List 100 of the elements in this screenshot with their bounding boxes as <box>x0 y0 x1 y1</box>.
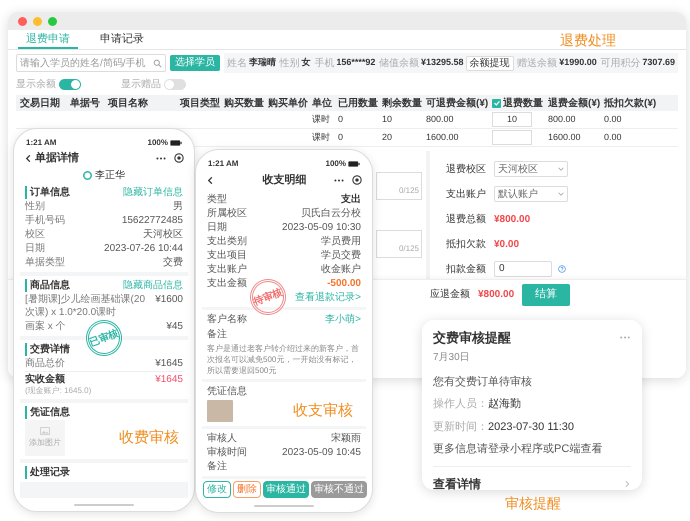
tab[interactable]: 申请记录 <box>92 31 152 49</box>
table-cell-text: 1600.00 <box>548 130 582 144</box>
field-label: 性别 <box>280 56 300 70</box>
char-counter: 0/125 <box>398 185 419 197</box>
char-counter: 0/125 <box>398 243 419 255</box>
field-value: ¥45 <box>166 320 183 333</box>
action-button[interactable]: 修改 <box>203 480 231 498</box>
field-label: 姓名 <box>227 56 247 70</box>
field-value: ¥1600 <box>155 293 183 306</box>
link-label: 查看详情 <box>433 476 481 492</box>
status-time: 1:21 AM <box>208 158 238 170</box>
toggle-switch[interactable] <box>164 78 186 90</box>
field-value: 李小萌> <box>325 313 361 326</box>
action-button[interactable]: 审核不通过 <box>311 480 367 498</box>
tab[interactable]: 退费申请 <box>18 31 78 49</box>
field-value: 学员费用 <box>321 235 361 248</box>
page-title: 收支明细 <box>262 172 306 188</box>
section-title: 处理记录 <box>25 466 70 479</box>
select-dropdown[interactable]: 天河校区 <box>494 161 568 177</box>
field-value: ¥1990.00 <box>559 56 597 70</box>
field-value: 支出 <box>341 193 361 206</box>
remark-textarea[interactable]: 0/125 <box>376 230 422 258</box>
table-cell-text: 10 <box>382 112 394 126</box>
note-text: 客户是通过老客户转介绍过来的新客户，首次报名可以减免500元，一开始没有标记，所以需要退回500元 <box>207 343 360 376</box>
field-label: 备注 <box>207 328 228 341</box>
back-icon[interactable] <box>206 176 215 184</box>
column-header: 项目类型 <box>180 96 221 110</box>
field-label: 审核时间 <box>207 446 247 458</box>
table-cell-text: 课时 <box>312 112 331 126</box>
more-icon[interactable] <box>334 178 344 182</box>
table-cell-text: 800.00 <box>548 112 577 126</box>
feature-caption: 收费审核 <box>119 428 179 448</box>
battery-icon <box>170 140 182 146</box>
table-cell-text: 0.00 <box>604 130 623 144</box>
total-value: ¥800.00 <box>478 288 514 302</box>
field-value: 15622772485 <box>122 214 183 227</box>
action-button[interactable]: 删除 <box>233 480 261 498</box>
refund-record-link[interactable]: 查看退款记录> <box>295 291 361 304</box>
column-header: 单位 <box>312 96 333 110</box>
field-value: 交费 <box>163 256 183 269</box>
remark-textarea[interactable]: 0/125 <box>376 172 422 200</box>
field-value: -500.00 <box>327 277 361 290</box>
action-button[interactable]: 审核通过 <box>263 480 309 498</box>
table-cell-text: 20 <box>382 130 394 144</box>
status-time: 1:21 AM <box>26 137 56 149</box>
quantity-input[interactable] <box>492 130 532 145</box>
field-value: 贝氏白云分校 <box>301 207 361 220</box>
field-value: 女 <box>302 56 311 70</box>
add-image-button[interactable]: 添加图片 <box>25 420 65 456</box>
search-field[interactable]: 请输入学员的姓名/简码/手机 <box>16 54 166 72</box>
amount-value: ¥0.00 <box>494 238 520 252</box>
deduction-input[interactable]: 0 <box>494 261 552 277</box>
field-value: 2023-07-26 10:44 <box>104 242 183 255</box>
battery-icon <box>348 161 360 167</box>
withdraw-button[interactable]: 余额提现 <box>466 56 514 70</box>
check-icon <box>492 99 500 107</box>
column-header: 退费金额(¥) <box>548 96 602 110</box>
select-student-button[interactable]: 选择学员 <box>170 55 220 71</box>
table-cell-text: 0 <box>338 130 344 144</box>
field-label: 实收金额 <box>25 373 66 386</box>
field-value: 李瑞晴 <box>249 56 276 70</box>
toggle-label: 显示余额 <box>16 78 56 92</box>
back-icon[interactable] <box>24 154 33 162</box>
column-header: 购买单价 <box>268 96 309 110</box>
column-header: 退费数量 <box>503 96 543 110</box>
field-label: 手机 <box>314 56 334 70</box>
quantity-input[interactable]: 10 <box>492 112 532 127</box>
checkbox[interactable] <box>492 98 501 108</box>
field-label: 类型 <box>207 193 227 206</box>
settle-button[interactable]: 结算 <box>522 284 570 306</box>
select-dropdown[interactable]: 默认账户 <box>494 186 568 202</box>
toggle-link[interactable]: 隐藏商品信息 <box>123 279 183 292</box>
column-header: 可退费金额(¥) <box>426 96 490 110</box>
field-value: 收金账户 <box>321 263 361 276</box>
column-header: 单据号 <box>70 96 101 110</box>
field-value: ¥1645 <box>155 373 183 386</box>
field-label: 所属校区 <box>207 207 247 220</box>
table-cell-text: 1600.00 <box>426 130 460 144</box>
upload-label: 添加图片 <box>29 437 61 449</box>
photo-placeholder[interactable] <box>207 400 233 422</box>
feature-caption: 审核提醒 <box>505 494 561 513</box>
target-icon[interactable] <box>174 153 184 163</box>
notification-title: 交费审核提醒 <box>433 329 511 347</box>
field-value: 2023-05-09 10:45 <box>282 446 361 458</box>
battery-level: 100% <box>148 137 168 149</box>
field-value: 宋颖雨 <box>331 432 361 444</box>
form-label: 扣款金额 <box>446 262 487 276</box>
toggle-switch[interactable] <box>59 78 81 90</box>
toggle-link[interactable]: 隐藏订单信息 <box>123 186 183 199</box>
section-title: 订单信息 <box>25 186 70 199</box>
field-value: 天河校区 <box>143 228 183 241</box>
field-label: 单据类型 <box>25 256 65 269</box>
more-icon[interactable] <box>156 156 166 160</box>
home-indicator <box>254 505 314 507</box>
field-label: 画案 x 个 <box>25 320 66 333</box>
target-icon[interactable] <box>352 175 362 185</box>
field-value: 2023-05-09 10:30 <box>282 221 361 234</box>
column-header: 剩余数量 <box>382 96 423 110</box>
help-icon[interactable] <box>558 265 566 273</box>
view-details-link[interactable]: 查看详情 <box>433 466 631 492</box>
